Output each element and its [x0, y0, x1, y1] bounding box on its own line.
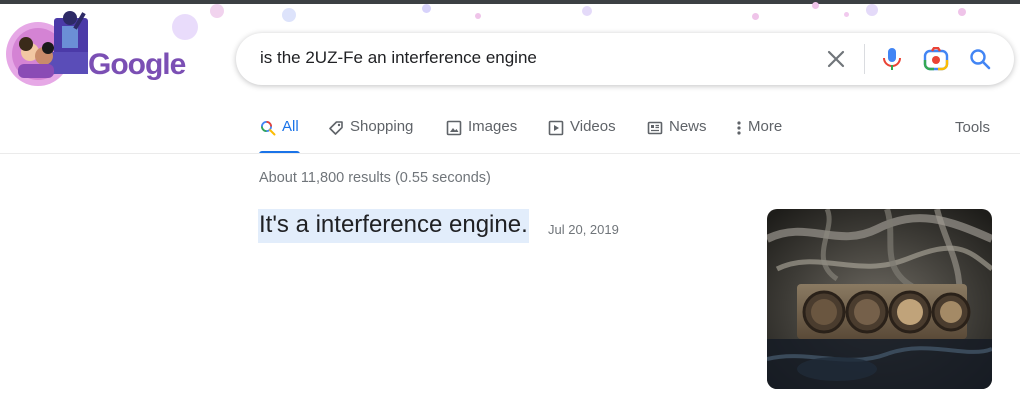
featured-answer: It's a interference engine. — [258, 209, 529, 243]
newspaper-icon — [646, 119, 664, 137]
doodle-dot — [282, 8, 296, 22]
tab-all[interactable]: All — [259, 118, 300, 154]
kebab-icon — [735, 119, 743, 137]
tab-label: All — [282, 118, 299, 135]
browser-top-bar — [0, 0, 1020, 4]
tab-label: Shopping — [350, 118, 414, 135]
play-icon — [547, 119, 565, 137]
engine-photo-icon — [767, 209, 992, 389]
tab-videos[interactable]: Videos — [547, 118, 616, 154]
tab-label: Images — [468, 118, 518, 135]
engine-photo-thumbnail[interactable] — [767, 209, 992, 389]
doodle-dot — [958, 8, 966, 16]
tab-label: News — [669, 118, 707, 135]
search-input[interactable]: is the 2UZ-Fe an interference engine — [260, 48, 537, 68]
tabs-divider — [0, 153, 1020, 154]
search-box[interactable]: is the 2UZ-Fe an interference engine — [236, 33, 1014, 85]
result-stats: About 11,800 results (0.55 seconds) — [259, 170, 491, 186]
google-lens-icon[interactable] — [922, 45, 950, 73]
doodle-dot — [210, 4, 224, 18]
tab-images[interactable]: Images — [445, 118, 517, 154]
tag-icon — [327, 119, 345, 137]
image-icon — [445, 119, 463, 137]
search-icon[interactable] — [966, 45, 994, 73]
google-logo-text: Google — [88, 48, 186, 81]
answer-date: Jul 20, 2019 — [548, 222, 619, 237]
tab-label: Videos — [570, 118, 616, 135]
tools-button[interactable]: Tools — [955, 119, 990, 136]
doodle-dot — [752, 13, 759, 20]
google-doodle-logo[interactable]: Google — [4, 8, 194, 88]
doodle-dot — [866, 4, 878, 16]
doodle-dot — [475, 13, 481, 19]
search-divider — [864, 44, 865, 74]
tab-shopping[interactable]: Shopping — [327, 118, 413, 154]
search-icon — [259, 119, 277, 137]
microphone-icon[interactable] — [878, 45, 906, 73]
doodle-dot — [812, 2, 819, 9]
tab-label: More — [748, 118, 783, 135]
tab-news[interactable]: News — [646, 118, 707, 154]
clear-icon[interactable] — [822, 45, 850, 73]
doodle-dot — [422, 4, 431, 13]
tab-more[interactable]: More — [735, 118, 782, 154]
doodle-dot — [844, 12, 849, 17]
doodle-dot — [582, 6, 592, 16]
